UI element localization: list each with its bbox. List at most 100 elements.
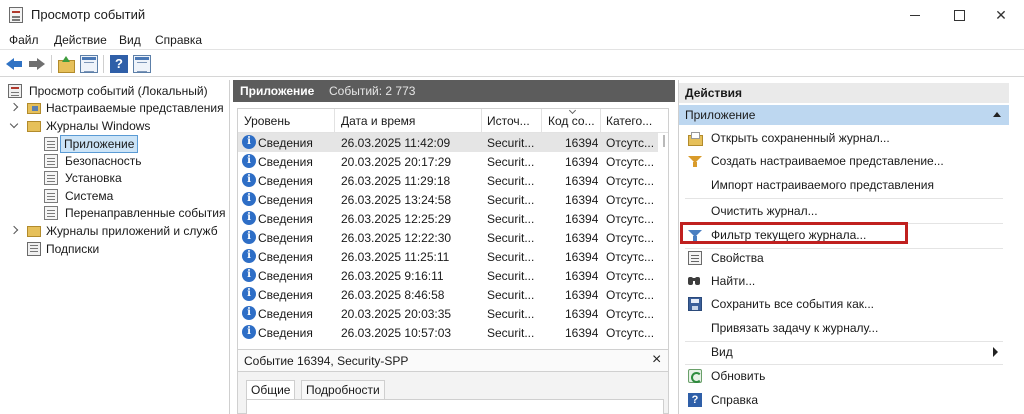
table-row[interactable]: i Сведения 26.03.2025 12:25:29 Securit... 16…	[238, 209, 658, 228]
column-divider[interactable]	[481, 109, 482, 133]
cell-event-id: 16394	[565, 231, 599, 245]
tree-item-custom-views[interactable]: Настраиваемые представления	[0, 99, 228, 117]
menu-help[interactable]: Справка	[155, 33, 202, 47]
tree-item-system[interactable]: Система	[0, 187, 228, 205]
scrollbar-thumb[interactable]	[663, 135, 665, 147]
tree-label: Журналы Windows	[46, 119, 151, 133]
column-divider[interactable]	[600, 109, 601, 133]
table-row[interactable]: i Сведения 26.03.2025 10:57:03 Securit... 16…	[238, 323, 658, 342]
close-icon[interactable]: ×	[652, 351, 661, 369]
actions-section-header[interactable]: Приложение	[679, 105, 1009, 125]
action-label: Создать настраиваемое представление...	[711, 154, 944, 168]
cell-category: Отсутс...	[606, 250, 655, 264]
table-row[interactable]: i Сведения 20.03.2025 20:03:35 Securit... 16…	[238, 304, 658, 323]
column-header-level[interactable]: Уровень	[244, 114, 290, 128]
column-divider[interactable]	[334, 109, 335, 133]
action-find[interactable]: Найти...	[679, 270, 1009, 292]
cell-datetime: 26.03.2025 8:46:58	[341, 288, 445, 302]
show-hide-action-pane-icon[interactable]	[133, 55, 151, 73]
event-detail-title: Событие 16394, Security-SPP	[244, 354, 409, 368]
cell-datetime: 26.03.2025 11:42:09	[341, 136, 451, 150]
cell-event-id: 16394	[565, 155, 599, 169]
chevron-right-icon[interactable]	[10, 104, 18, 112]
cell-level: Сведения	[258, 307, 313, 321]
column-header-source[interactable]: Источ...	[487, 114, 530, 128]
action-label: Импорт настраиваемого представления	[711, 178, 934, 192]
action-create-custom-view[interactable]: Создать настраиваемое представление...	[679, 150, 1009, 172]
action-import-custom-view[interactable]: Импорт настраиваемого представления	[679, 174, 1009, 196]
action-save-all-events[interactable]: Сохранить все события как...	[679, 293, 1009, 315]
properties-icon	[688, 251, 702, 265]
tree-item-forwarded-events[interactable]: Перенаправленные события	[0, 204, 228, 222]
cell-level: Сведения	[258, 231, 313, 245]
action-attach-task[interactable]: Привязать задачу к журналу...	[679, 317, 1009, 339]
tab-general[interactable]: Общие	[246, 380, 296, 400]
actions-section-label: Приложение	[685, 108, 756, 122]
log-icon	[44, 154, 58, 168]
up-folder-icon[interactable]	[57, 55, 75, 73]
cell-event-id: 16394	[565, 174, 599, 188]
action-label: Сохранить все события как...	[711, 297, 874, 311]
menu-bar: Файл Действие Вид Справка	[0, 30, 1024, 50]
tree-item-application[interactable]: Приложение	[0, 135, 228, 153]
table-row[interactable]: i Сведения 26.03.2025 11:29:18 Securit... 16…	[238, 171, 658, 190]
cell-source: Securit...	[487, 136, 535, 150]
column-header-event-id[interactable]: Код со...	[548, 114, 595, 128]
cell-level: Сведения	[258, 136, 313, 150]
cell-source: Securit...	[487, 288, 535, 302]
minimize-button[interactable]	[892, 0, 938, 30]
tree-item-root[interactable]: Просмотр событий (Локальный)	[0, 82, 228, 100]
chevron-right-icon[interactable]	[10, 227, 18, 235]
action-open-saved-log[interactable]: Открыть сохраненный журнал...	[679, 127, 1009, 149]
cell-event-id: 16394	[565, 193, 599, 207]
maximize-button[interactable]	[936, 0, 982, 30]
cell-source: Securit...	[487, 307, 535, 321]
close-window-button[interactable]: ✕	[978, 0, 1024, 30]
menu-file[interactable]: Файл	[9, 33, 39, 47]
table-row[interactable]: i Сведения 26.03.2025 13:24:58 Securit... 16…	[238, 190, 658, 209]
action-refresh[interactable]: Обновить	[679, 365, 1009, 387]
window-title: Просмотр событий	[31, 7, 146, 22]
cell-datetime: 26.03.2025 10:57:03	[341, 326, 452, 340]
tree-item-security[interactable]: Безопасность	[0, 152, 228, 170]
tree-label: Журналы приложений и служб	[46, 224, 218, 238]
tree-item-windows-logs[interactable]: Журналы Windows	[0, 117, 228, 135]
action-properties[interactable]: Свойства	[679, 247, 1009, 269]
cell-category: Отсутс...	[606, 231, 655, 245]
cell-source: Securit...	[487, 174, 535, 188]
toolbar-divider	[51, 55, 52, 73]
table-row[interactable]: i Сведения 26.03.2025 11:25:11 Securit... 16…	[238, 247, 658, 266]
cell-category: Отсутс...	[606, 136, 655, 150]
back-arrow-icon[interactable]	[6, 55, 24, 73]
cell-level: Сведения	[258, 212, 313, 226]
cell-category: Отсутс...	[606, 155, 655, 169]
table-row[interactable]: i Сведения 20.03.2025 20:17:29 Securit... 16…	[238, 152, 658, 171]
folder-view-icon	[27, 103, 41, 114]
cell-event-id: 16394	[565, 326, 599, 340]
table-row[interactable]: i Сведения 26.03.2025 8:46:58 Securit... 163…	[238, 285, 658, 304]
column-divider[interactable]	[541, 109, 542, 133]
forward-arrow-icon[interactable]	[27, 55, 45, 73]
table-row[interactable]: i Сведения 26.03.2025 11:42:09 Securit... 16…	[238, 133, 658, 152]
action-help[interactable]: ? Справка	[679, 389, 1009, 411]
open-folder-icon	[688, 131, 703, 146]
chevron-down-icon[interactable]	[10, 122, 18, 130]
tree-item-app-service-logs[interactable]: Журналы приложений и служб	[0, 222, 228, 240]
tree-item-subscriptions[interactable]: Подписки	[0, 240, 228, 258]
action-clear-log[interactable]: Очистить журнал...	[679, 200, 1009, 222]
table-row[interactable]: i Сведения 26.03.2025 12:22:30 Securit... 16…	[238, 228, 658, 247]
column-header-category[interactable]: Катего...	[606, 114, 652, 128]
help-icon[interactable]: ?	[110, 55, 128, 73]
tab-details[interactable]: Подробности	[301, 380, 385, 400]
menu-action[interactable]: Действие	[54, 33, 107, 47]
column-header-datetime[interactable]: Дата и время	[341, 114, 415, 128]
action-view-submenu[interactable]: Вид	[679, 341, 1009, 363]
table-row[interactable]: i Сведения 26.03.2025 9:16:11 Securit... 163…	[238, 266, 658, 285]
collapse-up-icon[interactable]	[993, 112, 1001, 117]
cell-source: Securit...	[487, 155, 535, 169]
tree-item-setup[interactable]: Установка	[0, 169, 228, 187]
info-icon: i	[242, 192, 256, 206]
menu-view[interactable]: Вид	[119, 33, 141, 47]
cell-category: Отсутс...	[606, 212, 655, 226]
show-hide-console-tree-icon[interactable]	[80, 55, 98, 73]
